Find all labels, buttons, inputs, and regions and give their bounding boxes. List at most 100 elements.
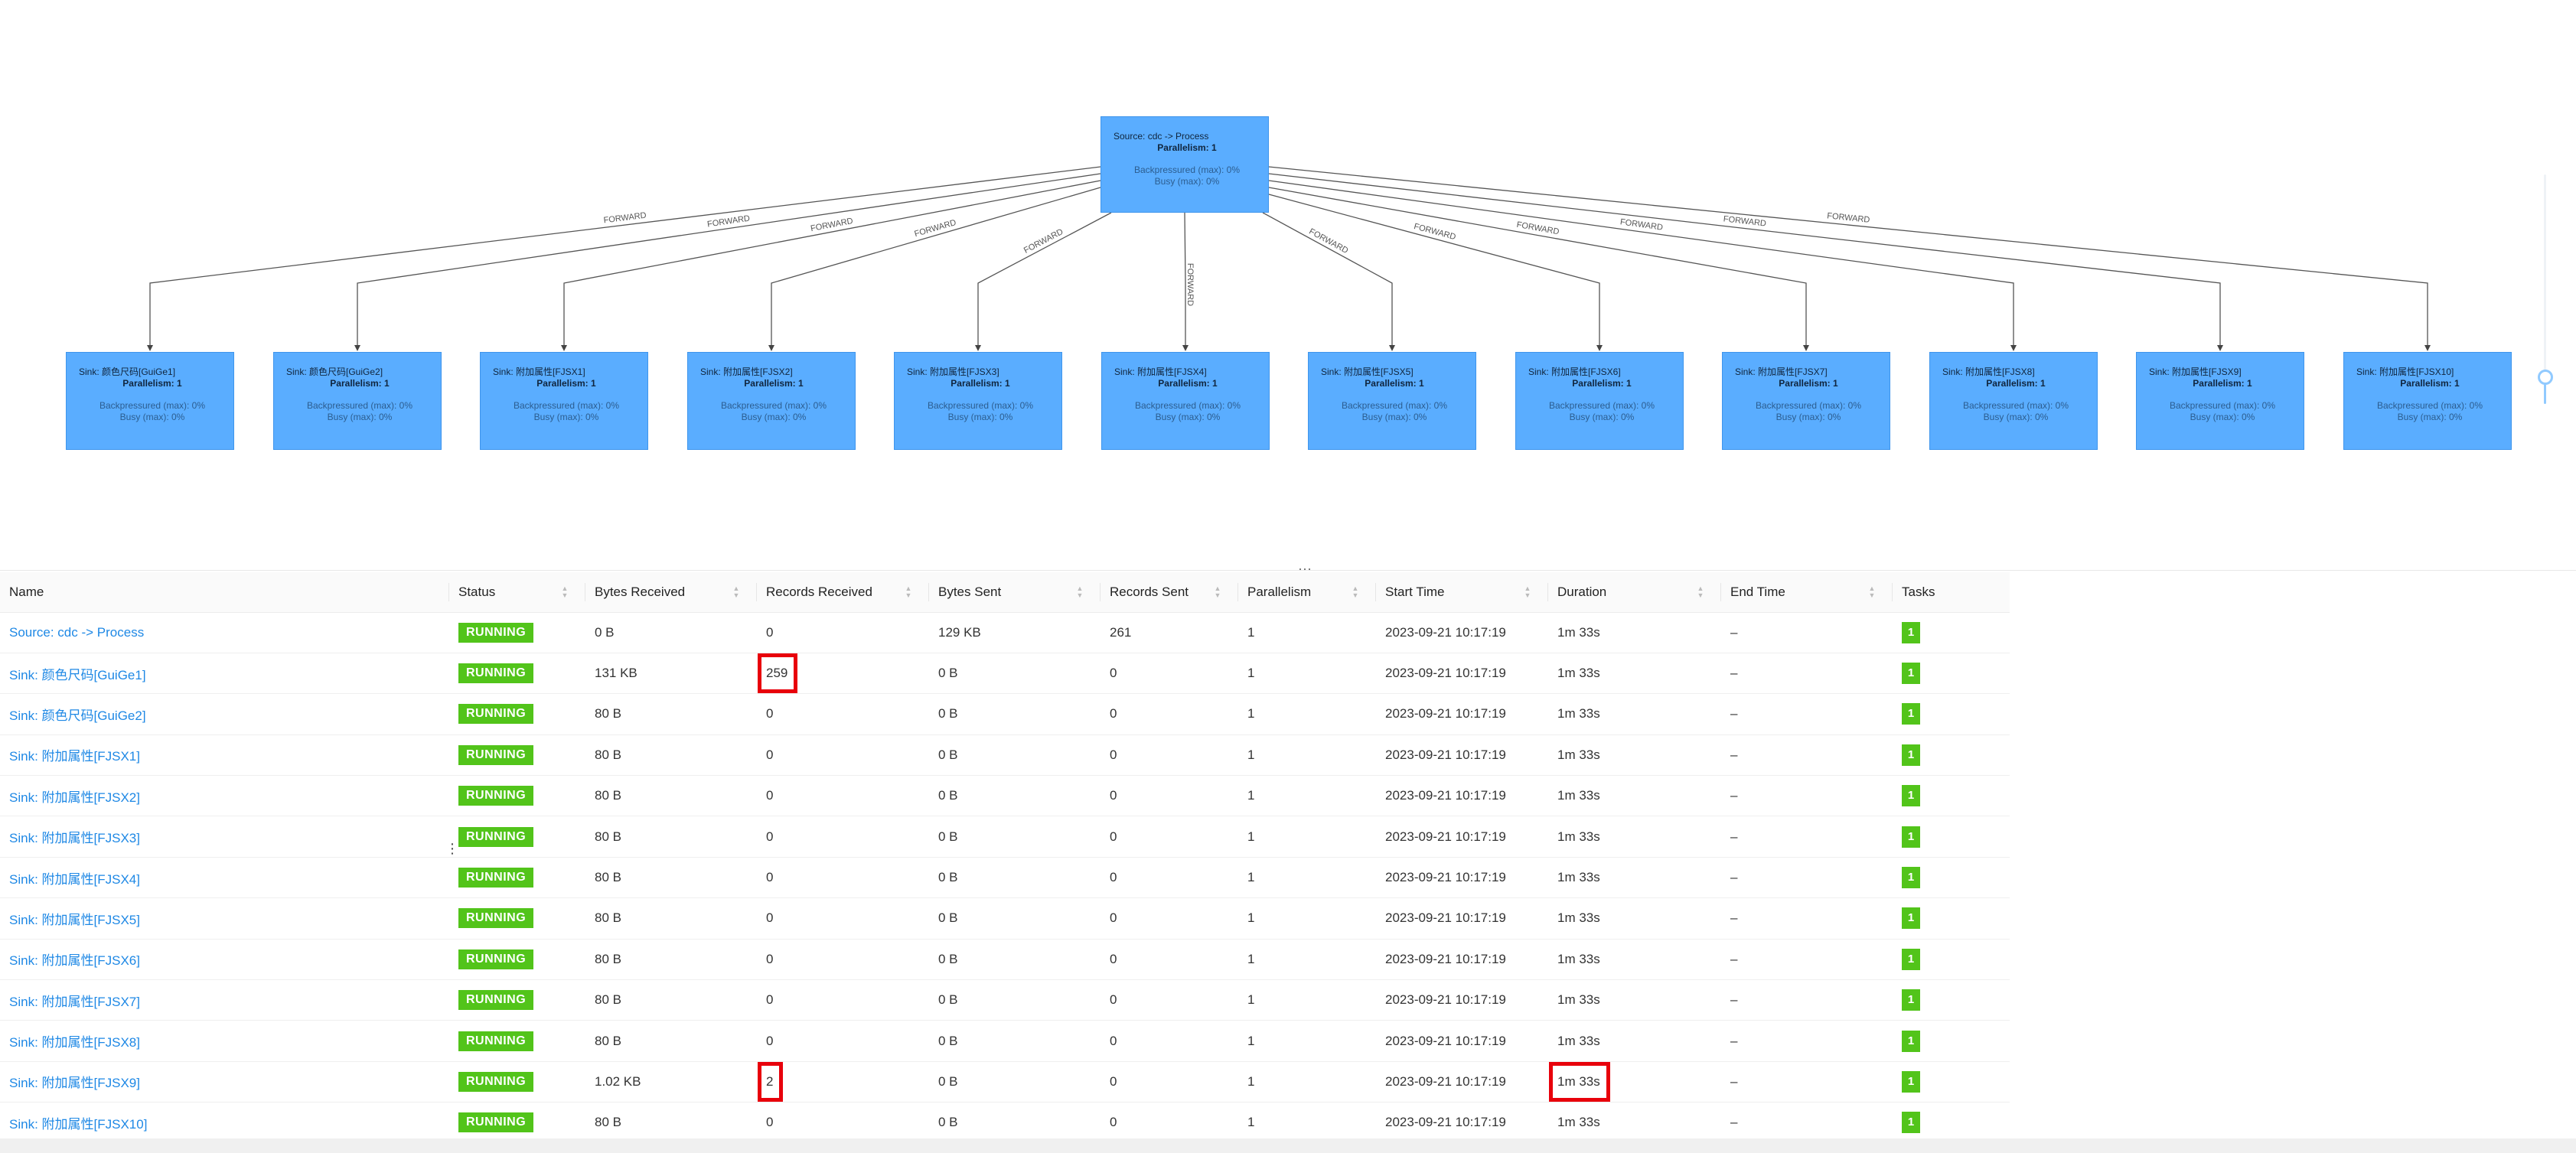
sink-node[interactable]: Sink: 附加属性[FJSX1] Parallelism: 1 Backpress… xyxy=(480,352,648,450)
cell-value: 2023-09-21 10:17:19 xyxy=(1385,910,1506,926)
cell-name[interactable]: Sink: 附加属性[FJSX2] xyxy=(0,775,449,817)
column-header-name[interactable]: Name xyxy=(0,572,449,613)
cell-name[interactable]: Sink: 附加属性[FJSX6] xyxy=(0,939,449,981)
tasks-count-badge[interactable]: 1 xyxy=(1902,989,1920,1011)
tasks-count-badge[interactable]: 1 xyxy=(1902,826,1920,848)
tasks-count-badge[interactable]: 1 xyxy=(1902,703,1920,725)
sort-icon[interactable]: ▲ ▼ xyxy=(732,585,740,599)
column-header-parallelism[interactable]: Parallelism ▲ ▼ xyxy=(1238,572,1376,613)
cell-tasks: 1 xyxy=(1893,1061,2010,1103)
table-row[interactable]: Sink: 附加属性[FJSX1] RUNNING 80 B 0 0 B 0 1 2023-0… xyxy=(0,734,2010,777)
column-header-end-time[interactable]: End Time ▲ ▼ xyxy=(1721,572,1893,613)
vertex-name-link[interactable]: Sink: 颜色尺码[GuiGe2] xyxy=(9,708,146,723)
table-row[interactable]: Sink: 附加属性[FJSX5] RUNNING 80 B 0 0 B 0 1 2023-0… xyxy=(0,897,2010,940)
vertex-name-link[interactable]: Sink: 附加属性[FJSX6] xyxy=(9,953,140,968)
tasks-count-badge[interactable]: 1 xyxy=(1902,663,1920,685)
table-row[interactable]: Sink: 附加属性[FJSX9] RUNNING 1.02 KB 2 0 B 0 1 202… xyxy=(0,1061,2010,1103)
column-header-bytes-received[interactable]: Bytes Received ▲ ▼ xyxy=(585,572,757,613)
vertex-name-link[interactable]: Sink: 附加属性[FJSX3] xyxy=(9,831,140,845)
tasks-count-badge[interactable]: 1 xyxy=(1902,1030,1920,1052)
vertex-name-link[interactable]: Sink: 颜色尺码[GuiGe1] xyxy=(9,668,146,682)
table-row[interactable]: Sink: 颜色尺码[GuiGe1] RUNNING 131 KB 259 0 B 0 1 2… xyxy=(0,653,2010,695)
column-header-records-sent[interactable]: Records Sent ▲ ▼ xyxy=(1101,572,1238,613)
table-row[interactable]: Sink: 颜色尺码[GuiGe2] RUNNING 80 B 0 0 B 0 1 2023-… xyxy=(0,693,2010,735)
cell-tasks: 1 xyxy=(1893,734,2010,777)
sink-node[interactable]: Sink: 附加属性[FJSX10] Parallelism: 1 Backpres… xyxy=(2343,352,2512,450)
sink-node[interactable]: Sink: 附加属性[FJSX5] Parallelism: 1 Backpress… xyxy=(1308,352,1476,450)
cell-name[interactable]: Sink: 颜色尺码[GuiGe2] xyxy=(0,693,449,735)
column-header-tasks[interactable]: Tasks xyxy=(1893,572,2010,613)
tasks-count-badge[interactable]: 1 xyxy=(1902,907,1920,930)
sort-icon[interactable]: ▲ ▼ xyxy=(1214,585,1221,599)
sort-icon[interactable]: ▲ ▼ xyxy=(561,585,569,599)
vertex-name-link[interactable]: Sink: 附加属性[FJSX10] xyxy=(9,1117,147,1132)
table-row[interactable]: Sink: 附加属性[FJSX8] RUNNING 80 B 0 0 B 0 1 2023-0… xyxy=(0,1020,2010,1062)
vertex-name-link[interactable]: Sink: 附加属性[FJSX5] xyxy=(9,913,140,927)
cell-name[interactable]: Sink: 附加属性[FJSX8] xyxy=(0,1020,449,1062)
table-row[interactable]: Sink: 附加属性[FJSX4] RUNNING 80 B 0 0 B 0 1 2023-0… xyxy=(0,857,2010,899)
vertex-name-link[interactable]: Sink: 附加属性[FJSX1] xyxy=(9,749,140,764)
column-header-duration[interactable]: Duration ▲ ▼ xyxy=(1548,572,1721,613)
sort-icon[interactable]: ▲ ▼ xyxy=(1697,585,1704,599)
cell-name[interactable]: Sink: 附加属性[FJSX7] xyxy=(0,979,449,1021)
sort-icon[interactable]: ▲ ▼ xyxy=(1868,585,1876,599)
vertex-name-link[interactable]: Sink: 附加属性[FJSX4] xyxy=(9,872,140,887)
cell-records-sent: 261 xyxy=(1101,612,1238,653)
vertex-name-link[interactable]: Sink: 附加属性[FJSX7] xyxy=(9,995,140,1009)
sink-node[interactable]: Sink: 附加属性[FJSX7] Parallelism: 1 Backpress… xyxy=(1722,352,1890,450)
table-row[interactable]: Sink: 附加属性[FJSX7] RUNNING 80 B 0 0 B 0 1 2023-0… xyxy=(0,979,2010,1021)
tasks-count-badge[interactable]: 1 xyxy=(1902,621,1920,643)
sink-node[interactable]: Sink: 附加属性[FJSX4] Parallelism: 1 Backpress… xyxy=(1101,352,1270,450)
sink-node[interactable]: Sink: 附加属性[FJSX3] Parallelism: 1 Backpress… xyxy=(894,352,1062,450)
vertex-name-link[interactable]: Sink: 附加属性[FJSX9] xyxy=(9,1076,140,1090)
column-header-bytes-sent[interactable]: Bytes Sent ▲ ▼ xyxy=(929,572,1101,613)
sort-icon[interactable]: ▲ ▼ xyxy=(1352,585,1359,599)
sink-node[interactable]: Sink: 附加属性[FJSX6] Parallelism: 1 Backpress… xyxy=(1515,352,1684,450)
tasks-count-badge[interactable]: 1 xyxy=(1902,948,1920,970)
cell-name[interactable]: Sink: 附加属性[FJSX4] xyxy=(0,857,449,899)
cell-duration: 1m 33s xyxy=(1548,979,1721,1021)
table-row[interactable]: Sink: 附加属性[FJSX3] RUNNING 80 B 0 0 B 0 1 2023-0… xyxy=(0,816,2010,858)
column-header-status[interactable]: Status ▲ ▼ xyxy=(449,572,585,613)
tasks-count-badge[interactable]: 1 xyxy=(1902,867,1920,889)
column-header-records-received[interactable]: Records Received ▲ ▼ xyxy=(757,572,929,613)
vertex-name-link[interactable]: Source: cdc -> Process xyxy=(9,625,144,640)
horizontal-scrollbar[interactable] xyxy=(0,1138,2576,1153)
cell-name[interactable]: Sink: 附加属性[FJSX3] xyxy=(0,816,449,858)
cell-name[interactable]: Sink: 颜色尺码[GuiGe1] xyxy=(0,653,449,695)
status-badge: RUNNING xyxy=(458,908,534,929)
table-row[interactable]: Sink: 附加属性[FJSX6] RUNNING 80 B 0 0 B 0 1 2023-0… xyxy=(0,939,2010,981)
cell-value: – xyxy=(1730,1115,1738,1130)
tasks-count-badge[interactable]: 1 xyxy=(1902,785,1920,807)
source-node[interactable]: Source: cdc -> Process Parallelism: 1 Back… xyxy=(1101,116,1269,213)
sort-icon[interactable]: ▲ ▼ xyxy=(1524,585,1531,599)
sink-node[interactable]: Sink: 颜色尺码[GuiGe2] Parallelism: 1 Backpres… xyxy=(273,352,442,450)
tasks-count-badge[interactable]: 1 xyxy=(1902,1070,1920,1093)
cell-name[interactable]: Sink: 附加属性[FJSX10] xyxy=(0,1102,449,1144)
sort-icon[interactable]: ▲ ▼ xyxy=(905,585,912,599)
cell-value: 1m 33s xyxy=(1557,910,1600,926)
sink-node[interactable]: Sink: 颜色尺码[GuiGe1] Parallelism: 1 Backpres… xyxy=(66,352,234,450)
cell-status: RUNNING xyxy=(449,816,585,858)
table-row[interactable]: Source: cdc -> Process RUNNING 0 B 0 129 KB 2… xyxy=(0,612,2010,653)
job-graph-canvas[interactable]: FORWARD FORWARD FORWARD FORWARD FORWARD FORWA… xyxy=(0,0,2576,571)
sink-node[interactable]: Sink: 附加属性[FJSX8] Parallelism: 1 Backpress… xyxy=(1929,352,2098,450)
node-backpressured: Backpressured (max): 0% xyxy=(2169,400,2276,411)
zoom-slider-handle[interactable] xyxy=(2538,370,2553,385)
column-header-start-time[interactable]: Start Time ▲ ▼ xyxy=(1376,572,1548,613)
cell-name[interactable]: Sink: 附加属性[FJSX1] xyxy=(0,734,449,777)
cell-name[interactable]: Source: cdc -> Process xyxy=(0,612,449,653)
table-row[interactable]: Sink: 附加属性[FJSX2] RUNNING 80 B 0 0 B 0 1 2023-0… xyxy=(0,775,2010,817)
sink-node[interactable]: Sink: 附加属性[FJSX9] Parallelism: 1 Backpress… xyxy=(2136,352,2304,450)
cell-bytes-sent: 0 B xyxy=(929,939,1101,981)
sort-icon[interactable]: ▲ ▼ xyxy=(1076,585,1084,599)
table-row[interactable]: Sink: 附加属性[FJSX10] RUNNING 80 B 0 0 B 0 1 2023-… xyxy=(0,1102,2010,1144)
vertex-name-link[interactable]: Sink: 附加属性[FJSX2] xyxy=(9,790,140,805)
tasks-count-badge[interactable]: 1 xyxy=(1902,744,1920,766)
sink-node[interactable]: Sink: 附加属性[FJSX2] Parallelism: 1 Backpress… xyxy=(687,352,856,450)
cell-value: 2023-09-21 10:17:19 xyxy=(1385,666,1506,681)
cell-name[interactable]: Sink: 附加属性[FJSX9] xyxy=(0,1061,449,1103)
vertex-name-link[interactable]: Sink: 附加属性[FJSX8] xyxy=(9,1035,140,1050)
cell-name[interactable]: Sink: 附加属性[FJSX5] xyxy=(0,897,449,940)
tasks-count-badge[interactable]: 1 xyxy=(1902,1112,1920,1134)
